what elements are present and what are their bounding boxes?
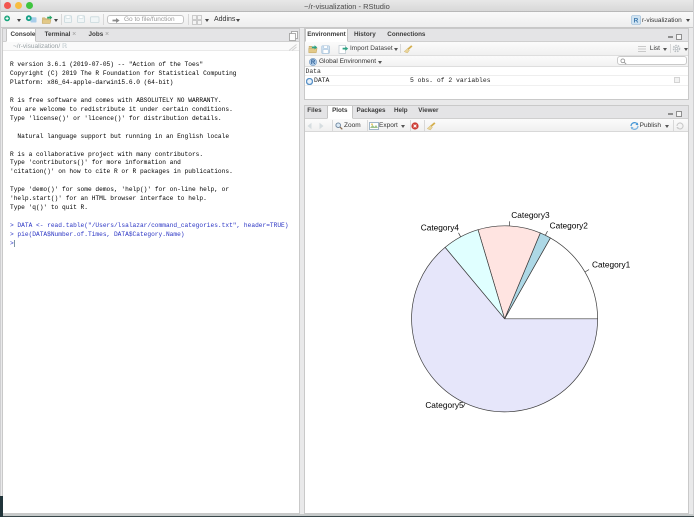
- svg-text:Category5: Category5: [425, 399, 464, 409]
- svg-text:Category3: Category3: [511, 209, 550, 219]
- svg-text:R: R: [311, 60, 316, 66]
- svg-text:R: R: [634, 17, 639, 24]
- svg-text:Category4: Category4: [421, 222, 460, 232]
- svg-text:Category2: Category2: [550, 220, 589, 230]
- svg-text:Category1: Category1: [592, 259, 631, 269]
